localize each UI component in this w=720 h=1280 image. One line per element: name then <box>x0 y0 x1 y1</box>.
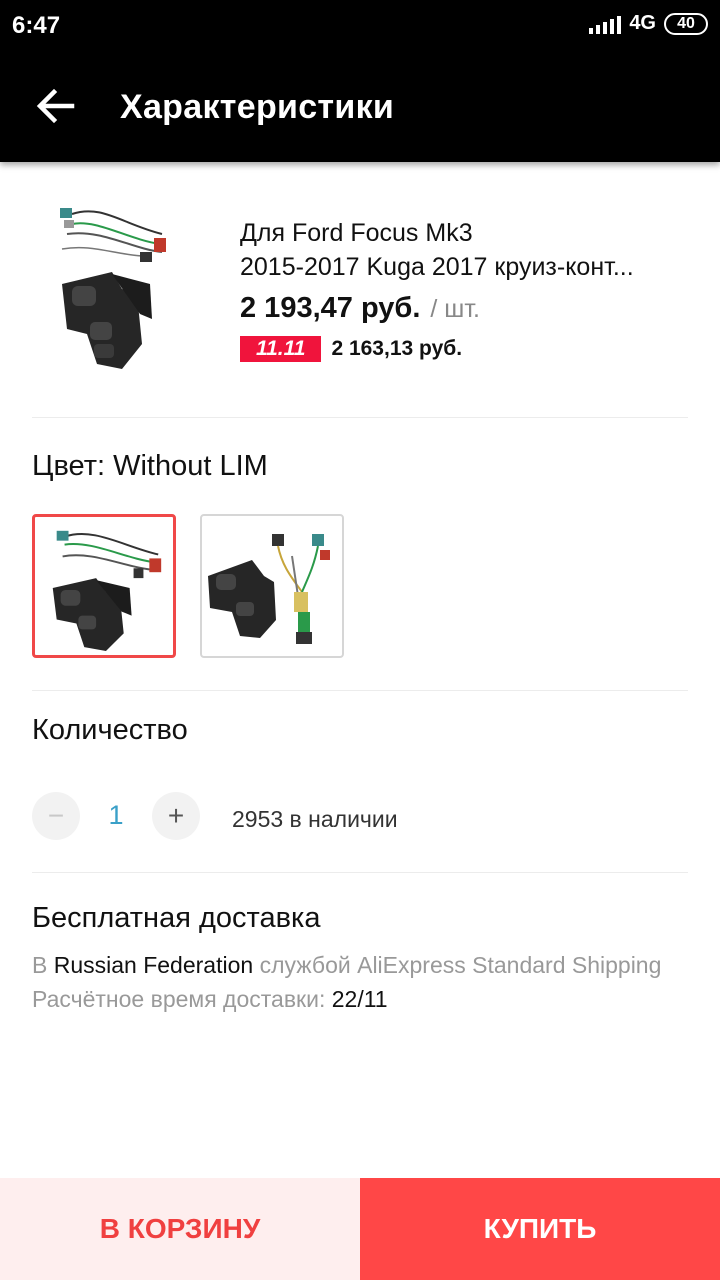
plus-icon: + <box>167 800 185 831</box>
signal-icon <box>589 14 622 34</box>
shipping-eta: Расчётное время доставки: 22/11 <box>32 986 388 1013</box>
product-title-line1: Для Ford Focus Mk3 <box>240 219 473 247</box>
status-time: 6:47 <box>12 12 61 39</box>
shipping-title: Бесплатная доставка <box>32 902 321 934</box>
shipping-destination: В Russian Federation службой AliExpress … <box>32 952 661 979</box>
app-bar: 6:47 4G 40 Характеристики <box>0 0 720 162</box>
promo-badge: 11.11 <box>240 336 322 362</box>
buy-now-button[interactable]: КУПИТЬ <box>360 1178 720 1280</box>
stock-count: 2953 в наличии <box>232 806 398 832</box>
color-option-with-lim[interactable] <box>200 514 344 658</box>
add-to-cart-button[interactable]: В КОРЗИНУ <box>0 1178 360 1280</box>
color-option-image <box>208 534 330 644</box>
color-option-without-lim[interactable] <box>32 514 176 658</box>
promo-price: 2 163,13 руб. <box>331 337 463 360</box>
header: Характеристики <box>0 54 720 162</box>
color-label: Цвет: Without LIM <box>32 450 268 482</box>
shipping-eta-label: Расчётное время доставки: <box>32 986 326 1012</box>
shipping-service: службой AliExpress Standard Shipping <box>259 952 662 978</box>
status-indicators: 4G 40 <box>589 12 708 35</box>
price-row: 2 193,47 руб. / шт. <box>240 292 480 325</box>
shipping-prefix: В <box>32 952 48 978</box>
status-bar: 6:47 4G 40 <box>0 0 720 54</box>
network-type: 4G <box>629 12 656 34</box>
divider <box>32 690 688 691</box>
page-title: Характеристики <box>120 88 395 126</box>
shipping-eta-value: 22/11 <box>331 986 388 1012</box>
battery-icon: 40 <box>664 12 708 35</box>
product-price: 2 193,47 руб. <box>240 292 421 324</box>
quantity-label: Количество <box>32 714 188 746</box>
price-unit: / шт. <box>430 295 480 323</box>
product-title-line2: 2015-2017 Kuga 2017 круиз-конт... <box>240 253 634 281</box>
bottom-actions: В КОРЗИНУ КУПИТЬ <box>0 1178 720 1280</box>
quantity-decrease-button[interactable]: − <box>32 792 80 840</box>
promo-row: 11.11 2 163,13 руб. <box>240 336 462 362</box>
product-summary: Для Ford Focus Mk3 2015-2017 Kuga 2017 к… <box>32 190 688 418</box>
quantity-increase-button[interactable]: + <box>152 792 200 840</box>
product-image <box>60 208 166 369</box>
quantity-value[interactable]: 1 <box>90 800 142 831</box>
divider <box>32 872 688 873</box>
color-option-image <box>52 530 162 652</box>
back-button[interactable] <box>34 84 78 128</box>
minus-icon: − <box>47 800 65 831</box>
shipping-country: Russian Federation <box>53 952 254 978</box>
arrow-left-icon <box>36 88 75 124</box>
product-title: Для Ford Focus Mk3 2015-2017 Kuga 2017 к… <box>240 216 690 284</box>
